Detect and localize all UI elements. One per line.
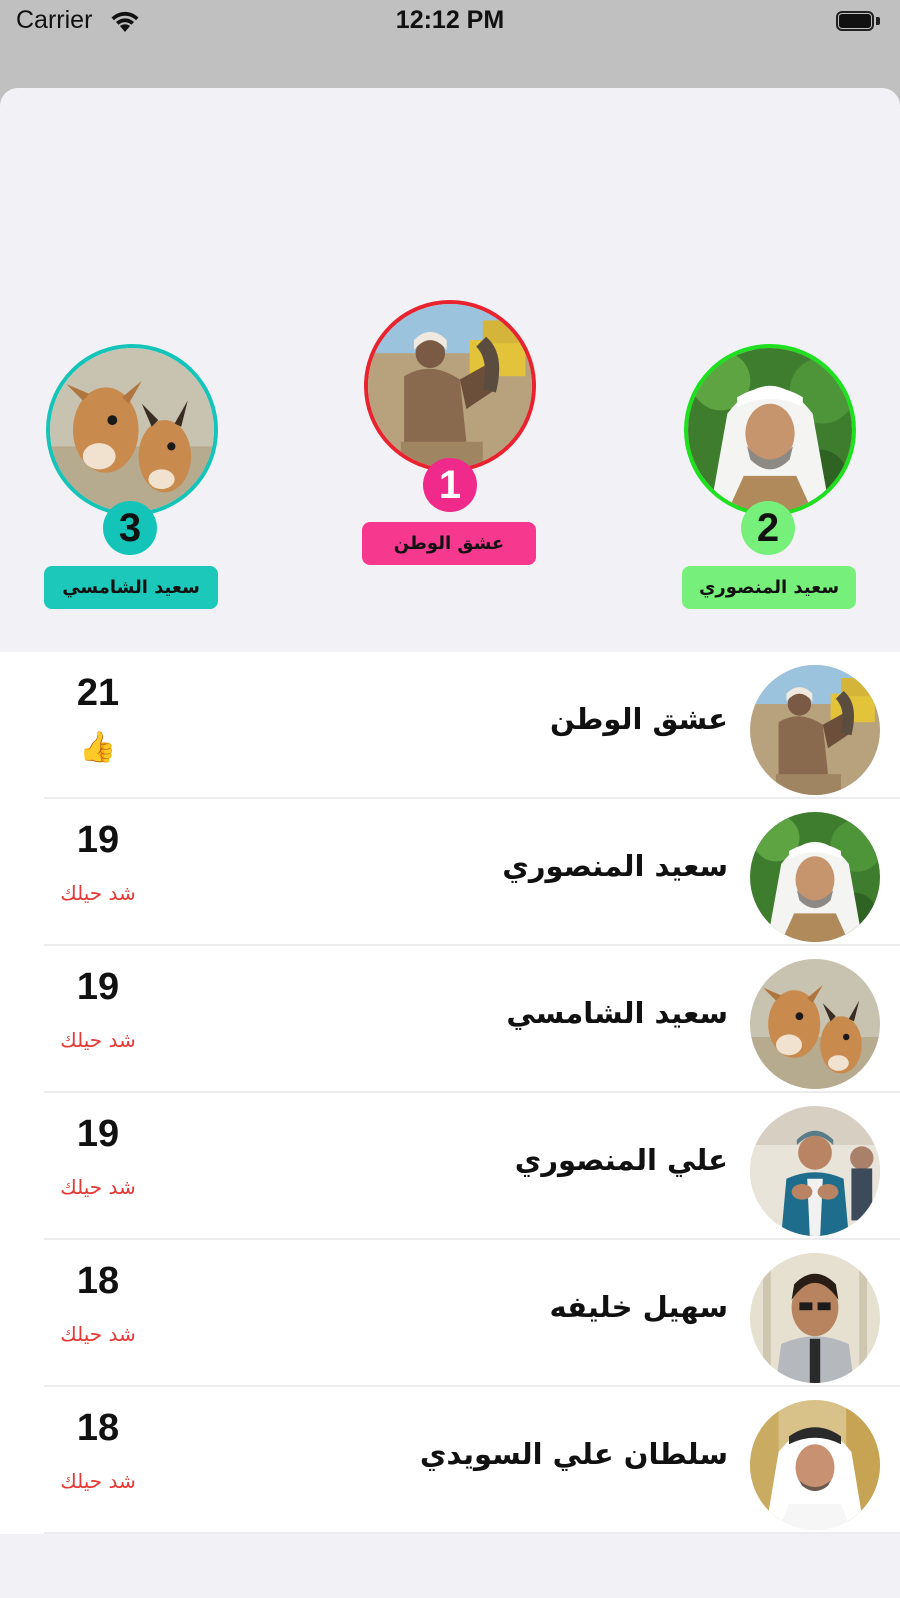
player-score: 19 [76,819,120,861]
status-time: 12:12 PM [395,6,505,34]
player-status: شد حيلك [60,881,136,905]
list-item[interactable]: سعيد المنصوري 19 شد حيلك [0,799,900,946]
player-score: 19 [76,1113,120,1155]
player-name: سهيل خليفه [549,1290,728,1324]
player-score: 18 [76,1407,120,1449]
player-score: 19 [76,966,120,1008]
podium-second-photo [684,344,856,516]
podium-first-rank: 1 [423,458,477,512]
player-status: شد حيلك [60,1175,136,1199]
ranking-list: عشق الوطن 21 👍 سعيد المنصوري 19 شد حيلك … [0,652,900,1534]
list-item[interactable]: سعيد الشامسي 19 شد حيلك [0,946,900,1093]
player-status: شد حيلك [60,1028,136,1052]
divider [44,1532,900,1534]
player-status: شد حيلك [60,1322,136,1346]
podium-first-photo [364,300,536,472]
avatar [750,665,880,795]
list-item[interactable]: علي المنصوري 19 شد حيلك [0,1093,900,1240]
thumbs-up-icon: 👍 [79,730,117,765]
battery-icon [836,11,880,33]
player-name: سلطان علي السويدي [419,1437,728,1471]
player-status: شد حيلك [60,1469,136,1493]
avatar [750,1106,880,1236]
player-name: سعيد الشامسي [506,996,728,1030]
leaderboard-sheet: 3 سعيد الشامسي 1 عشق الوطن 2 سعيد المنصو… [0,88,900,1598]
podium-third-name: سعيد الشامسي [44,566,218,609]
avatar [750,812,880,942]
list-item[interactable]: سلطان علي السويدي 18 شد حيلك [0,1387,900,1534]
list-item[interactable]: سهيل خليفه 18 شد حيلك [0,1240,900,1387]
player-score: 18 [76,1260,120,1302]
player-name: عشق الوطن [550,702,728,736]
avatar [750,1253,880,1383]
player-name: سعيد المنصوري [502,849,728,883]
avatar [750,1400,880,1530]
podium-second-rank: 2 [741,501,795,555]
podium: 3 سعيد الشامسي 1 عشق الوطن 2 سعيد المنصو… [0,88,900,652]
player-score: 21 [76,672,120,714]
list-item[interactable]: عشق الوطن 21 👍 [0,652,900,799]
podium-second-name: سعيد المنصوري [682,566,856,609]
podium-third-photo [46,344,218,516]
avatar [750,959,880,1089]
player-name: علي المنصوري [514,1143,728,1177]
podium-third-rank: 3 [103,501,157,555]
status-bar: Carrier 12:12 PM [0,0,900,50]
podium-first-name: عشق الوطن [362,522,536,565]
